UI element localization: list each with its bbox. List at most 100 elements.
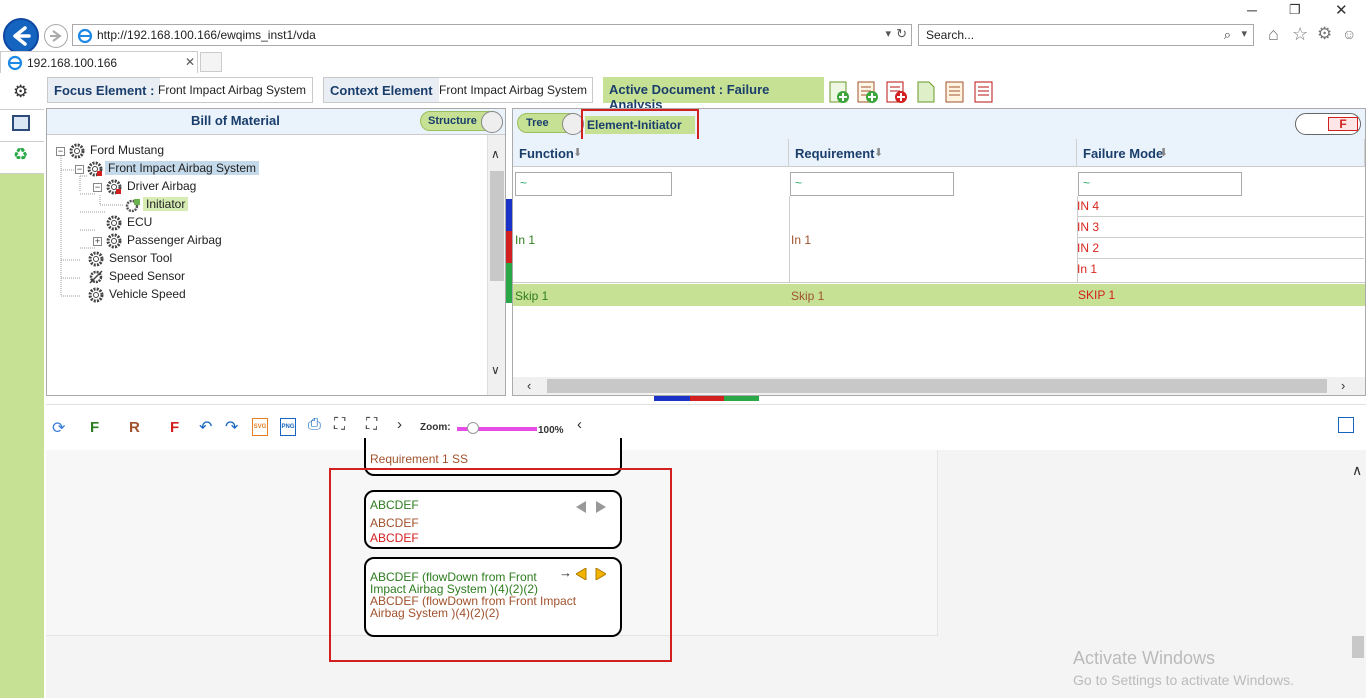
list-brown-icon[interactable] (943, 80, 967, 104)
scroll-left-icon[interactable]: ‹ (527, 378, 531, 393)
star-icon[interactable]: ☆ (1292, 24, 1308, 45)
column-header-function[interactable]: Function ⬇ (513, 139, 789, 167)
column-header-requirement[interactable]: Requirement ⬇ (789, 139, 1077, 167)
cell-failure-mode[interactable]: IN 4 (1077, 196, 1364, 217)
column-header-label: Failure Mode (1083, 146, 1164, 161)
add-green-icon[interactable] (828, 80, 852, 104)
focus-value[interactable]: Front Impact Airbag System (158, 83, 306, 97)
export-png-icon[interactable]: PNG (280, 418, 296, 436)
undo-icon[interactable]: ↶ (199, 417, 212, 437)
redo-icon[interactable]: ↷ (225, 417, 238, 437)
collapse-driver-airbag[interactable]: − (93, 183, 102, 192)
ie-icon (77, 28, 93, 44)
rail-settings-button[interactable]: ⚙ (0, 78, 44, 110)
diagram-toolbar: ⟳ F R F ↶ ↷ SVG PNG ⎙ ⛶ ⛶ › Zoom: 100% ‹ (46, 404, 1366, 448)
refresh-icon[interactable]: ↻ (896, 26, 907, 42)
search-icon[interactable]: ⌕ (1224, 27, 1231, 43)
cell-failure-mode[interactable]: IN 2 (1077, 238, 1364, 259)
column-header-label: Requirement (795, 146, 875, 161)
smiley-icon[interactable]: ☺ (1342, 26, 1356, 42)
filter-function[interactable]: ~ (515, 172, 672, 196)
sort-down-icon[interactable]: ⬇ (1159, 146, 1168, 159)
list-red-icon[interactable] (972, 80, 996, 104)
home-icon[interactable]: ⌂ (1268, 24, 1279, 45)
back-button[interactable] (3, 18, 39, 54)
address-url: http://192.168.100.166/ewqims_inst1/vda (97, 28, 316, 42)
print-icon[interactable]: ⎙ (308, 416, 321, 434)
rail-recycle-button[interactable]: ♻ (0, 142, 44, 174)
minimize-icon[interactable]: ─ (1247, 2, 1257, 18)
collapse-front-impact[interactable]: − (75, 165, 84, 174)
settings-icon: ⚙ (13, 82, 29, 101)
canvas-scroll-thumb[interactable] (1352, 636, 1364, 658)
rail-mail-button[interactable] (0, 110, 44, 142)
scroll-up-icon[interactable]: ∧ (491, 147, 500, 161)
fit-screen-icon[interactable]: ⛶ (334, 416, 345, 434)
scroll-thumb[interactable] (547, 379, 1327, 393)
search-input[interactable]: Search... (926, 28, 974, 42)
table-row[interactable]: In 1 In 1 IN 4 IN 3 IN 2 In 1 (513, 196, 1365, 283)
r-brown-button[interactable]: R (129, 419, 140, 436)
forward-button[interactable] (44, 24, 68, 48)
sort-down-icon[interactable]: ⬇ (874, 146, 883, 159)
chevron-left-icon[interactable]: ‹ (577, 416, 582, 433)
document-icon[interactable] (914, 80, 938, 104)
grid-horizontal-scrollbar[interactable]: ‹ › (513, 377, 1365, 395)
active-document-label: Active Document : Failure Analysis (603, 77, 824, 112)
table-row-selected[interactable]: Skip 1 Skip 1 SKIP 1 (513, 284, 1365, 306)
arrow-right-icon (50, 30, 62, 42)
search-box[interactable]: Search... ⌕ ▾ (918, 24, 1254, 46)
marker-green (506, 263, 512, 303)
context-value[interactable]: Front Impact Airbag System (439, 83, 587, 97)
card-text: Requirement 1 SS (370, 452, 469, 466)
f-toggle-label: F (1328, 117, 1358, 131)
cell-failure-mode[interactable]: In 1 (1077, 259, 1364, 280)
chevron-right-icon[interactable]: › (397, 416, 402, 433)
collapse-ford-mustang[interactable]: − (56, 147, 65, 156)
scroll-right-icon[interactable]: › (1341, 378, 1345, 393)
watermark-line2: Go to Settings to activate Windows. (1073, 672, 1294, 688)
fit-selection-icon[interactable]: ⛶ (366, 416, 377, 434)
cell-failure-mode[interactable]: IN 3 (1077, 217, 1364, 238)
filter-failure-mode[interactable]: ~ (1078, 172, 1242, 196)
add-list-icon[interactable] (856, 80, 880, 104)
f-green-button[interactable]: F (90, 419, 99, 436)
expand-passenger-airbag[interactable]: + (93, 237, 102, 246)
scroll-down-icon[interactable]: ∨ (491, 363, 500, 377)
grid-header: Tree Element-Initiator F (513, 109, 1365, 141)
column-header-label: Function (519, 146, 574, 161)
f-red-button[interactable]: F (170, 419, 179, 436)
bom-vertical-scrollbar[interactable]: ∧ ∨ (487, 135, 505, 395)
canvas-scroll-up-icon[interactable]: ∧ (1352, 462, 1362, 479)
marker-blue (506, 199, 512, 231)
f-toggle[interactable]: F (1295, 113, 1361, 135)
search-dropdown-icon[interactable]: ▾ (1241, 27, 1247, 40)
tree-label: Sensor Tool (109, 251, 173, 265)
new-tab-button[interactable] (200, 52, 222, 72)
panel-layout-icon[interactable] (1338, 417, 1354, 433)
bom-title: Bill of Material (191, 113, 280, 128)
gear-icon (88, 287, 104, 303)
zoom-slider-handle[interactable] (467, 422, 479, 434)
filter-requirement[interactable]: ~ (790, 172, 954, 196)
structure-toggle-label: Structure (428, 115, 477, 127)
scroll-thumb[interactable] (490, 171, 504, 281)
sort-down-icon[interactable]: ⬇ (573, 146, 582, 159)
address-bar[interactable]: http://192.168.100.166/ewqims_inst1/vda … (72, 24, 912, 46)
export-svg-icon[interactable]: SVG (252, 418, 268, 436)
column-header-failure-mode[interactable]: Failure Mode ⬇ (1077, 139, 1365, 167)
dropdown-icon[interactable]: ▾ (885, 27, 891, 40)
tool-icon (88, 269, 104, 285)
add-red-icon[interactable] (885, 80, 909, 104)
refresh-icon[interactable]: ⟳ (52, 418, 65, 438)
browser-tab[interactable]: 192.168.100.166 ✕ (0, 51, 198, 73)
bom-tree: − Ford Mustang − Front Impact Airbag Sys… (47, 135, 487, 395)
structure-toggle[interactable]: Structure (420, 111, 503, 133)
close-tab-icon[interactable]: ✕ (185, 55, 195, 69)
close-window-icon[interactable]: ✕ (1335, 1, 1348, 19)
tree-label: Driver Airbag (127, 179, 197, 193)
restore-icon[interactable]: ❐ (1289, 2, 1301, 18)
tree-toggle[interactable]: Tree (517, 113, 584, 135)
context-label: Context Element (324, 78, 439, 102)
gear-icon[interactable]: ⚙ (1317, 24, 1332, 44)
